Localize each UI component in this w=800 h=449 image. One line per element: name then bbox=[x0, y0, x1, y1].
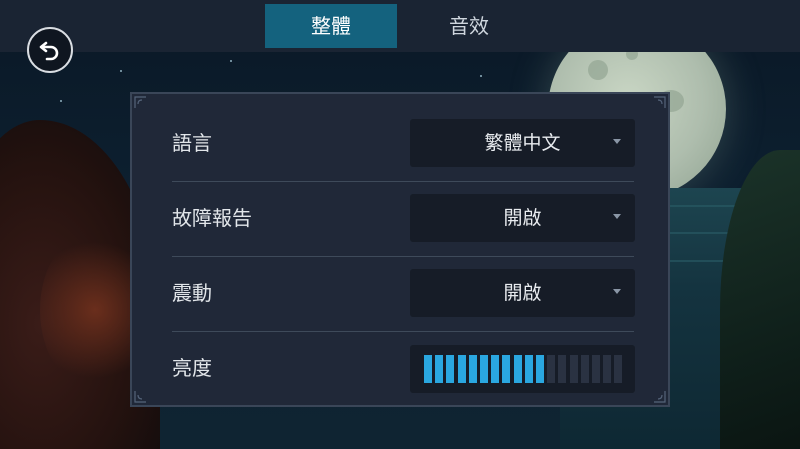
brightness-segment[interactable] bbox=[592, 355, 600, 383]
vibration-value: 開啟 bbox=[503, 282, 542, 304]
vibration-row: 震動 開啟 bbox=[172, 256, 635, 330]
brightness-segment[interactable] bbox=[603, 355, 612, 383]
brightness-segment[interactable] bbox=[536, 355, 544, 383]
dropdown-arrow-icon bbox=[613, 139, 621, 144]
tab-audio[interactable]: 音效 bbox=[403, 4, 535, 48]
brightness-row: 亮度 bbox=[172, 331, 635, 405]
brightness-segment[interactable] bbox=[502, 355, 511, 383]
brightness-segment[interactable] bbox=[424, 355, 432, 383]
settings-panel: 語言 繁體中文 故障報告 開啟 震動 開啟 亮度 bbox=[130, 92, 670, 407]
crash-report-dropdown[interactable]: 開啟 bbox=[410, 194, 635, 242]
language-row: 語言 繁體中文 bbox=[172, 106, 635, 180]
corner-ornament-icon bbox=[654, 391, 666, 403]
brightness-segment[interactable] bbox=[614, 355, 623, 383]
star bbox=[230, 60, 232, 62]
brightness-segment[interactable] bbox=[491, 355, 500, 383]
brightness-segment[interactable] bbox=[446, 355, 455, 383]
language-dropdown[interactable]: 繁體中文 bbox=[410, 119, 635, 167]
star bbox=[480, 75, 482, 77]
brightness-segment[interactable] bbox=[569, 355, 578, 383]
brightness-segment[interactable] bbox=[580, 355, 589, 383]
dropdown-arrow-icon bbox=[613, 214, 621, 219]
brightness-segment[interactable] bbox=[468, 355, 477, 383]
top-tab-bar: 整體 音效 bbox=[0, 0, 800, 52]
crash-report-value: 開啟 bbox=[503, 207, 542, 229]
back-arrow-icon bbox=[39, 41, 59, 61]
moon-crater bbox=[588, 60, 608, 80]
dropdown-arrow-icon bbox=[613, 289, 621, 294]
brightness-label: 亮度 bbox=[172, 356, 212, 380]
brightness-segment[interactable] bbox=[513, 355, 522, 383]
back-button[interactable] bbox=[27, 27, 73, 73]
corner-ornament-icon bbox=[134, 391, 146, 403]
brightness-segment[interactable] bbox=[435, 355, 444, 383]
brightness-segment[interactable] bbox=[524, 355, 533, 383]
crash-report-label: 故障報告 bbox=[172, 206, 252, 230]
corner-ornament-icon bbox=[134, 96, 146, 108]
tab-general[interactable]: 整體 bbox=[265, 4, 397, 48]
star bbox=[120, 70, 122, 72]
brightness-segment[interactable] bbox=[480, 355, 488, 383]
crash-report-row: 故障報告 開啟 bbox=[172, 181, 635, 255]
vibration-dropdown[interactable]: 開啟 bbox=[410, 269, 635, 317]
brightness-slider[interactable] bbox=[410, 345, 635, 393]
star bbox=[60, 100, 62, 102]
brightness-segment[interactable] bbox=[457, 355, 466, 383]
language-value: 繁體中文 bbox=[484, 132, 561, 154]
brightness-segment[interactable] bbox=[558, 355, 567, 383]
vibration-label: 震動 bbox=[172, 281, 212, 305]
brightness-segment[interactable] bbox=[547, 355, 556, 383]
corner-ornament-icon bbox=[654, 96, 666, 108]
language-label: 語言 bbox=[172, 131, 212, 155]
